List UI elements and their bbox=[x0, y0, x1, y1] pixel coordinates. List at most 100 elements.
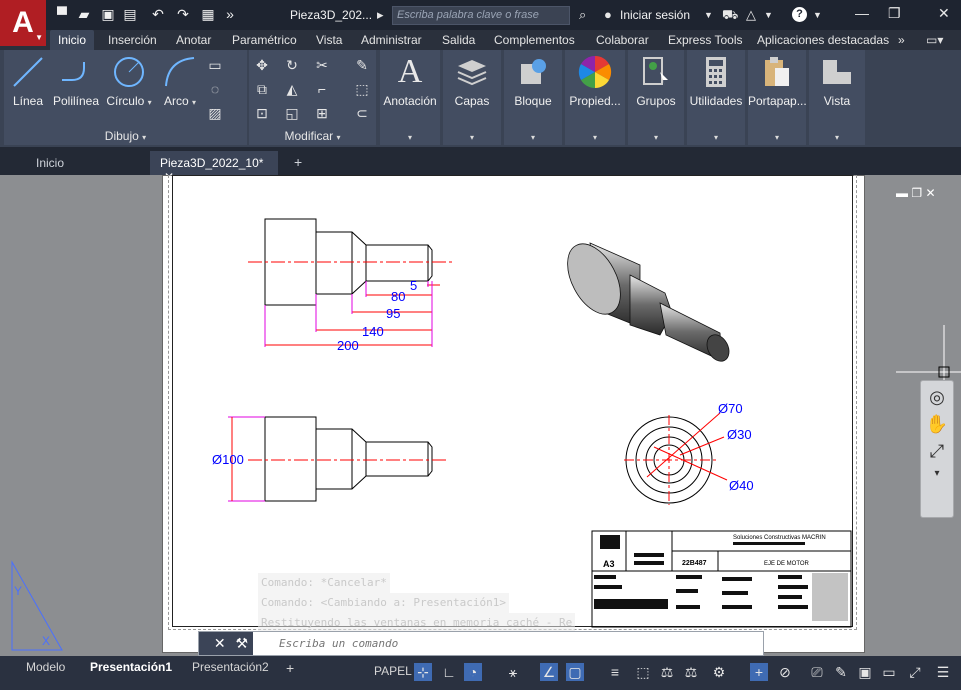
paper-space-toggle[interactable]: PAPEL bbox=[366, 664, 420, 678]
chevron-down-icon[interactable]: ▾ bbox=[531, 133, 535, 142]
block-button[interactable]: Bloque ▾ bbox=[504, 50, 562, 145]
gradient-icon[interactable]: ▨ bbox=[206, 104, 224, 122]
save-icon[interactable]: ▣ bbox=[100, 6, 116, 22]
doc-tab-drawing[interactable]: Pieza3D_2022_10* ✕ bbox=[150, 151, 278, 184]
trim-icon[interactable]: ✂ bbox=[313, 56, 331, 74]
binoculars-icon[interactable]: ⌕ bbox=[579, 7, 586, 23]
annotation-visibility-icon[interactable]: ⚖ bbox=[682, 663, 700, 681]
wrench-icon[interactable]: ⚒ bbox=[236, 635, 249, 652]
chevron-down-icon[interactable]: ▾ bbox=[921, 468, 953, 479]
login-link[interactable]: Iniciar sesión bbox=[620, 8, 690, 22]
tab-inicio[interactable]: Inicio bbox=[50, 30, 95, 50]
chevron-down-icon[interactable]: ▾ bbox=[714, 133, 718, 142]
chevron-down-icon[interactable]: ▼ bbox=[764, 10, 773, 20]
chevron-down-icon[interactable]: ▾ bbox=[408, 133, 412, 142]
offset-icon[interactable]: ⊂ bbox=[353, 104, 371, 122]
plot-icon[interactable]: ▦ bbox=[200, 6, 216, 22]
lineweight-icon[interactable]: ≡ bbox=[606, 663, 624, 681]
drag-handle[interactable] bbox=[199, 632, 209, 655]
zoom-extents-icon[interactable]: ⤢ bbox=[921, 441, 953, 462]
annotation-button[interactable]: A Anotación ▾ bbox=[380, 50, 440, 145]
new-file-icon[interactable]: ▀ bbox=[54, 6, 70, 22]
tab-salida[interactable]: Salida bbox=[434, 32, 483, 48]
annotation-scale-icon[interactable]: ⚖ bbox=[658, 663, 676, 681]
utilities-button[interactable]: Utilidades ▾ bbox=[687, 50, 745, 145]
chevron-down-icon[interactable]: ▾ bbox=[148, 98, 152, 107]
groups-button[interactable]: Grupos ▾ bbox=[628, 50, 684, 145]
view-button[interactable]: Vista ▾ bbox=[809, 50, 865, 145]
tab-colaborar[interactable]: Colaborar bbox=[588, 32, 657, 48]
polyline-button[interactable]: Polilínea bbox=[48, 54, 104, 108]
redo-icon[interactable]: ↷ bbox=[175, 6, 191, 22]
circle-button[interactable]: Círculo ▾ bbox=[106, 54, 152, 108]
viewport-controls[interactable]: ▬ ❐ ✕ bbox=[896, 186, 936, 200]
tab-anotar[interactable]: Anotar bbox=[168, 32, 219, 48]
line-button[interactable]: Línea bbox=[8, 54, 48, 108]
properties-button[interactable]: Propied... ▾ bbox=[565, 50, 625, 145]
chevron-down-icon[interactable]: ▼ bbox=[704, 10, 713, 20]
undo-icon[interactable]: ↶ bbox=[150, 6, 166, 22]
monitor-icon[interactable]: ⎚ bbox=[808, 663, 826, 681]
tab-administrar[interactable]: Administrar bbox=[353, 32, 430, 48]
copy-icon[interactable]: ⧉ bbox=[253, 80, 271, 98]
chevron-down-icon[interactable]: ▾ bbox=[835, 133, 839, 142]
tab-aplicaciones-destacadas[interactable]: Aplicaciones destacadas bbox=[749, 32, 897, 48]
rotate-icon[interactable]: ↻ bbox=[283, 56, 301, 74]
mirror-icon[interactable]: ◭ bbox=[283, 80, 301, 98]
autodesk-icon[interactable]: △ bbox=[746, 7, 756, 23]
fillet-icon[interactable]: ⌐ bbox=[313, 80, 331, 98]
close-icon[interactable]: ✕ bbox=[925, 186, 935, 200]
chevron-down-icon[interactable]: ▾ bbox=[470, 133, 474, 142]
selection-cycle-icon[interactable]: ▢ bbox=[566, 663, 584, 681]
tab-express-tools[interactable]: Express Tools bbox=[660, 32, 750, 48]
grid-icon[interactable]: ⊹ bbox=[414, 663, 432, 681]
drawing-canvas[interactable]: 5 80 95 140 200 Ø100 Ø70 Ø30 Ø40 Solucio… bbox=[0, 175, 961, 656]
fullscreen-icon[interactable]: ⤢ bbox=[906, 663, 924, 681]
pan-icon[interactable]: ✋ bbox=[921, 414, 953, 435]
arc-button[interactable]: Arco ▾ bbox=[158, 54, 202, 108]
restore-icon[interactable]: ❐ bbox=[911, 186, 922, 200]
osnap-icon[interactable]: ∠ bbox=[540, 663, 558, 681]
panel-toggle-icon[interactable]: ▭▾ bbox=[918, 32, 951, 48]
minimize-icon[interactable]: — bbox=[855, 5, 869, 21]
close-icon[interactable]: ✕ bbox=[938, 5, 950, 22]
ortho-icon[interactable]: ∟ bbox=[440, 663, 458, 681]
isometric-icon[interactable]: ⚹ bbox=[504, 663, 522, 681]
minimize-icon[interactable]: ▬ bbox=[896, 186, 908, 200]
new-tab-icon[interactable]: + bbox=[284, 151, 312, 175]
isolate-icon[interactable]: ⊘ bbox=[776, 663, 794, 681]
rectangle-icon[interactable]: ▭ bbox=[206, 56, 224, 74]
crosshair-icon[interactable]: + bbox=[750, 663, 768, 681]
chevron-down-icon[interactable]: ▾ bbox=[593, 133, 597, 142]
gear-icon[interactable]: ⚙ bbox=[710, 663, 728, 681]
tab-complementos[interactable]: Complementos bbox=[486, 32, 583, 48]
polar-icon[interactable]: ◔ bbox=[464, 663, 482, 681]
search-input[interactable]: Escriba palabra clave o frase bbox=[392, 6, 570, 25]
clean-screen-icon[interactable]: ▣ bbox=[856, 663, 874, 681]
save-as-icon[interactable]: ▤ bbox=[122, 6, 138, 22]
chevron-down-icon[interactable]: ▾ bbox=[654, 133, 658, 142]
tab-parametrico[interactable]: Paramétrico bbox=[224, 32, 305, 48]
restore-icon[interactable]: ❐ bbox=[888, 5, 901, 22]
panel-title-dibujo[interactable]: Dibujo ▾ bbox=[4, 129, 247, 143]
new-layout-icon[interactable]: + bbox=[278, 660, 302, 676]
hatch-icon[interactable]: ◌ bbox=[206, 80, 224, 98]
hardware-acceleration-icon[interactable]: ✎ bbox=[832, 663, 850, 681]
user-icon[interactable]: ● bbox=[604, 7, 612, 22]
transparency-icon[interactable]: ⬚ bbox=[634, 663, 652, 681]
open-folder-icon[interactable]: ▰ bbox=[76, 6, 92, 22]
steering-wheel-icon[interactable]: ◎ bbox=[921, 387, 953, 408]
close-icon[interactable]: ✕ bbox=[214, 635, 226, 652]
overflow-icon[interactable]: » bbox=[222, 6, 238, 22]
tab-vista[interactable]: Vista bbox=[308, 32, 350, 48]
layout-tab-model[interactable]: Modelo bbox=[18, 660, 73, 674]
array-icon[interactable]: ⊞ bbox=[313, 104, 331, 122]
move-icon[interactable]: ✥ bbox=[253, 56, 271, 74]
stretch-icon[interactable]: ⊡ bbox=[253, 104, 271, 122]
tab-insercion[interactable]: Inserción bbox=[100, 32, 165, 48]
chevron-down-icon[interactable]: ▼ bbox=[813, 10, 822, 20]
layers-button[interactable]: Capas ▾ bbox=[443, 50, 501, 145]
application-menu-button[interactable]: A ▼ bbox=[0, 0, 46, 46]
units-icon[interactable]: ▭ bbox=[880, 663, 898, 681]
clipboard-button[interactable]: Portapap... ▾ bbox=[748, 50, 807, 145]
